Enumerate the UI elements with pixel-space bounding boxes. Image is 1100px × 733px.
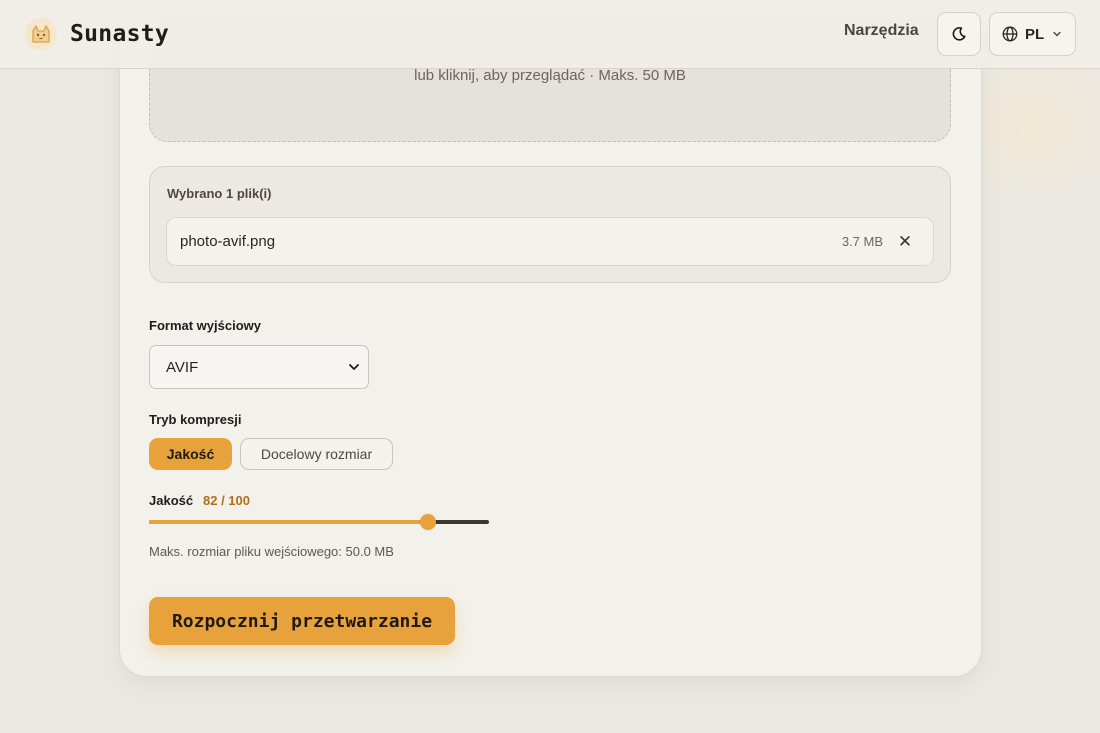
brand-name: Sunasty [70, 21, 170, 47]
quality-value: 82 / 100 [203, 493, 250, 508]
top-header: Sunasty Narzędzia PL [0, 0, 1100, 69]
language-label: PL [1025, 25, 1045, 43]
nav-tools-link[interactable]: Narzędzia [844, 22, 919, 40]
output-format-label: Format wyjściowy [149, 318, 261, 333]
moon-icon [952, 27, 966, 41]
selected-files-panel: Wybrano 1 plik(i) photo-avif.png 3.7 MB … [149, 166, 951, 283]
output-format-select[interactable]: AVIF [149, 345, 369, 389]
file-name: photo-avif.png [180, 233, 276, 250]
close-icon[interactable]: ✕ [895, 230, 915, 254]
max-input-size-note: Maks. rozmiar pliku wejściowego: 50.0 MB [149, 544, 394, 559]
cat-logo-icon [25, 18, 57, 50]
selected-files-title: Wybrano 1 plik(i) [167, 186, 272, 201]
globe-icon [1002, 26, 1018, 42]
brand[interactable]: Sunasty [24, 16, 169, 52]
language-selector[interactable]: PL [989, 12, 1076, 56]
mode-quality-button[interactable]: Jakość [149, 438, 232, 470]
chevron-down-icon [349, 364, 359, 370]
slider-thumb[interactable] [420, 514, 436, 530]
dropzone-hint: lub kliknij, aby przeglądać · Maks. 50 M… [414, 67, 686, 84]
start-processing-button[interactable]: Rozpocznij przetwarzanie [149, 597, 455, 645]
compression-mode-label: Tryb kompresji [149, 412, 242, 427]
quality-slider[interactable] [149, 514, 489, 530]
mode-target-size-button[interactable]: Docelowy rozmiar [240, 438, 393, 470]
file-size: 3.7 MB [841, 234, 883, 249]
theme-toggle-button[interactable] [937, 12, 981, 56]
output-format-value: AVIF [166, 359, 199, 376]
chevron-down-icon [1053, 31, 1061, 37]
quality-label: Jakość [149, 493, 194, 508]
slider-fill [149, 520, 428, 524]
file-row: photo-avif.png 3.7 MB ✕ [166, 217, 934, 266]
